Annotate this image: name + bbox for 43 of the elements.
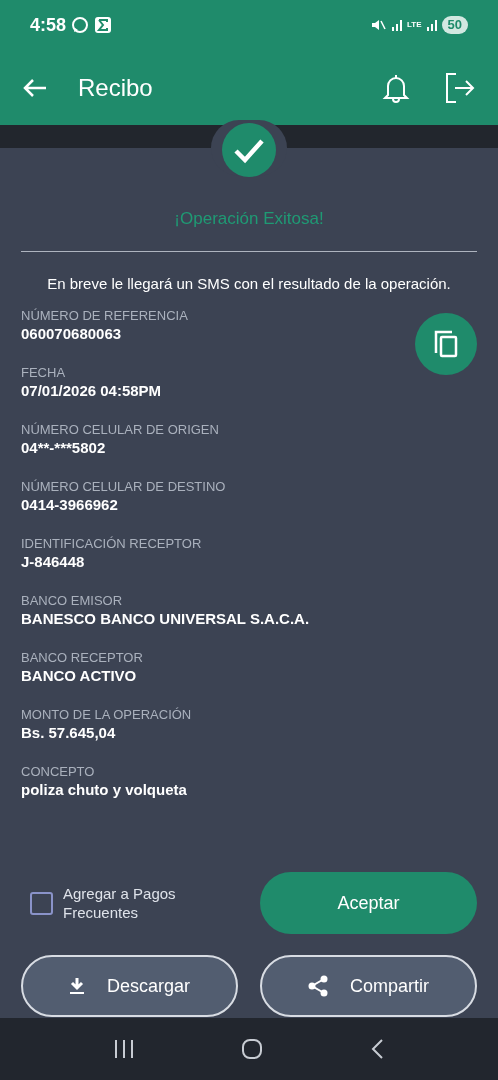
download-icon	[69, 977, 85, 995]
share-icon	[308, 975, 328, 997]
checkbox-label: Agregar a Pagos Frecuentes	[63, 884, 177, 922]
field-label: BANCO EMISOR	[21, 592, 123, 609]
sigma-icon	[94, 16, 113, 34]
status-time: 4:58	[30, 13, 67, 37]
mute-icon	[371, 18, 387, 32]
field-value: BANESCO BANCO UNIVERSAL S.A.C.A.	[21, 609, 310, 628]
field-value: 04**-***5802	[21, 438, 106, 457]
screen-title: Recibo	[78, 72, 153, 103]
field-value: Bs. 57.645,04	[21, 723, 116, 742]
field-label: BANCO RECEPTOR	[21, 649, 143, 666]
field-label: NÚMERO CELULAR DE DESTINO	[21, 478, 226, 495]
back-icon[interactable]	[369, 1038, 385, 1060]
bell-icon[interactable]	[382, 72, 410, 103]
signal-icon	[425, 19, 438, 31]
back-arrow-icon[interactable]	[22, 76, 48, 99]
field-value: 0414-3966962	[21, 495, 118, 514]
field-label: FECHA	[21, 364, 66, 381]
signal-icon	[391, 19, 403, 31]
home-icon[interactable]	[241, 1038, 263, 1060]
copy-icon	[432, 329, 460, 359]
field-value: 07/01/2026 04:58PM	[21, 381, 162, 400]
field-label: NÚMERO CELULAR DE ORIGEN	[21, 421, 219, 438]
logout-icon[interactable]	[444, 71, 476, 104]
sms-message: En breve le llegará un SMS con el resultado de la operación.	[46, 273, 452, 294]
field-value: 060070680063	[21, 324, 122, 343]
field-value: BANCO ACTIVO	[21, 666, 137, 685]
field-label: CONCEPTO	[21, 763, 95, 780]
field-label: NÚMERO DE REFERENCIA	[21, 307, 188, 324]
field-label: IDENTIFICACIÓN RECEPTOR	[21, 535, 202, 552]
share-button[interactable]: Compartir	[260, 955, 477, 1017]
field-label: MONTO DE LA OPERACIÓN	[21, 706, 192, 723]
check-icon	[221, 122, 277, 178]
accept-button[interactable]: Aceptar	[260, 872, 477, 934]
field-value: poliza chuto y volqueta	[21, 780, 187, 799]
battery-level: 50	[441, 16, 468, 34]
download-button[interactable]: Descargar	[21, 955, 238, 1017]
field-value: J-846448	[21, 552, 85, 571]
recent-apps-icon[interactable]	[113, 1039, 135, 1059]
success-title: ¡Operación Exitosa!	[173, 208, 325, 230]
network-type: LTE	[407, 21, 422, 29]
checkbox[interactable]	[30, 891, 53, 915]
